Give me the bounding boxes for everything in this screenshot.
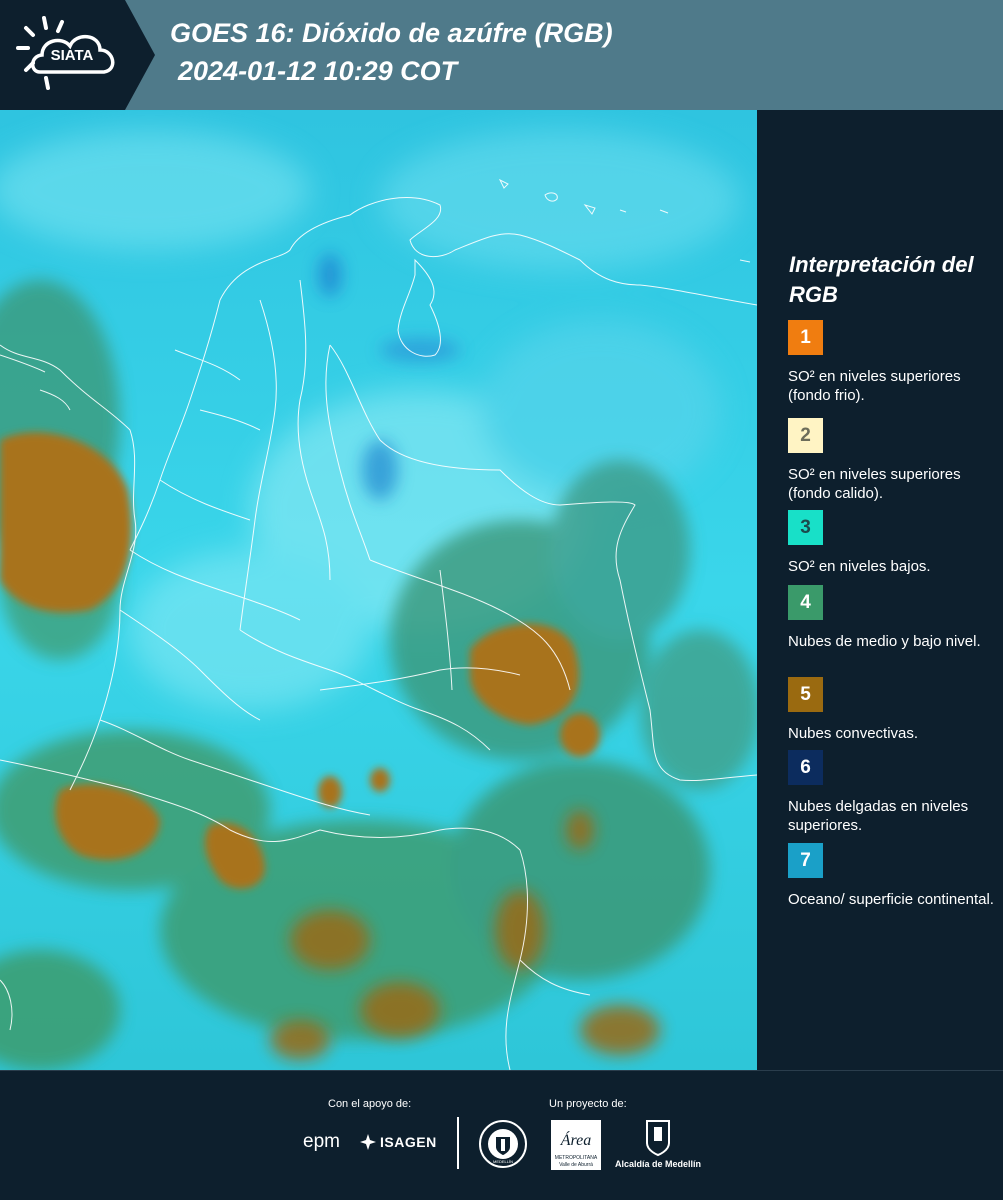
legend-title: Interpretación del RGB [789, 252, 974, 307]
timestamp: 2024-01-12 10:29 COT [178, 56, 458, 86]
legend-item-4: 4 Nubes de medio y bajo nivel. [788, 585, 998, 651]
legend-swatch: 5 [788, 677, 823, 712]
alcaldia-logo: Alcaldía de Medellín [613, 1119, 703, 1169]
alcaldia-shield-icon [646, 1120, 670, 1157]
legend-label: SO² en niveles bajos. [788, 558, 931, 575]
legend-item-1: 1 SO² en niveles superiores (fondo frio)… [788, 320, 998, 405]
epm-logo: epm [303, 1131, 340, 1152]
footer: Con el apoyo de: Un proyecto de: epm ISA… [0, 1070, 1003, 1200]
svg-text:Área: Área [560, 1130, 592, 1149]
legend-swatch: 7 [788, 843, 823, 878]
area-metropolitana-logo: Área METROPOLITANA Valle de Aburrá [550, 1119, 602, 1176]
header: SIATA GOES 16: Dióxido de azúfre (RGB) 2… [0, 0, 1003, 110]
legend-label: Nubes convectivas. [788, 725, 919, 742]
legend-item-7: 7 Oceano/ superficie continental. [788, 843, 998, 909]
legend-swatch: 4 [788, 585, 823, 620]
legend-swatch: 3 [788, 510, 823, 545]
svg-text:Valle de Aburrá: Valle de Aburrá [559, 1162, 593, 1168]
satellite-map [0, 110, 757, 1070]
legend-swatch: 2 [788, 418, 823, 453]
legend-label: Nubes delgadas en niveles superiores. [788, 798, 969, 834]
legend-item-5: 5 Nubes convectivas. [788, 677, 998, 743]
footer-divider [457, 1117, 459, 1169]
svg-text:MEDELLÍN: MEDELLÍN [493, 1159, 513, 1164]
siata-logo: SIATA [0, 0, 155, 110]
legend-item-6: 6 Nubes delgadas en niveles superiores. [788, 750, 998, 835]
legend-label: Nubes de medio y bajo nivel. [788, 633, 981, 650]
svg-text:METROPOLITANA: METROPOLITANA [555, 1155, 598, 1161]
project-label: Un proyecto de: [549, 1098, 627, 1110]
legend-item-2: 2 SO² en niveles superiores (fondo calid… [788, 418, 998, 503]
logo-text: SIATA [51, 47, 94, 64]
legend-panel: Interpretación del RGB 1 SO² en niveles … [757, 110, 1003, 1070]
legend-label: Oceano/ superficie continental. [788, 891, 994, 908]
legend-swatch: 6 [788, 750, 823, 785]
page-title: GOES 16: Dióxido de azúfre (RGB) [170, 18, 613, 48]
isagen-logo: ISAGEN [360, 1134, 437, 1150]
legend-item-3: 3 SO² en niveles bajos. [788, 510, 998, 576]
legend-label: SO² en niveles superiores (fondo frio). [788, 368, 961, 404]
legend-label: SO² en niveles superiores (fondo calido)… [788, 466, 961, 502]
legend-swatch: 1 [788, 320, 823, 355]
medellin-seal-icon: MEDELLÍN [478, 1119, 528, 1174]
isagen-icon [360, 1134, 376, 1150]
support-label: Con el apoyo de: [328, 1098, 412, 1110]
